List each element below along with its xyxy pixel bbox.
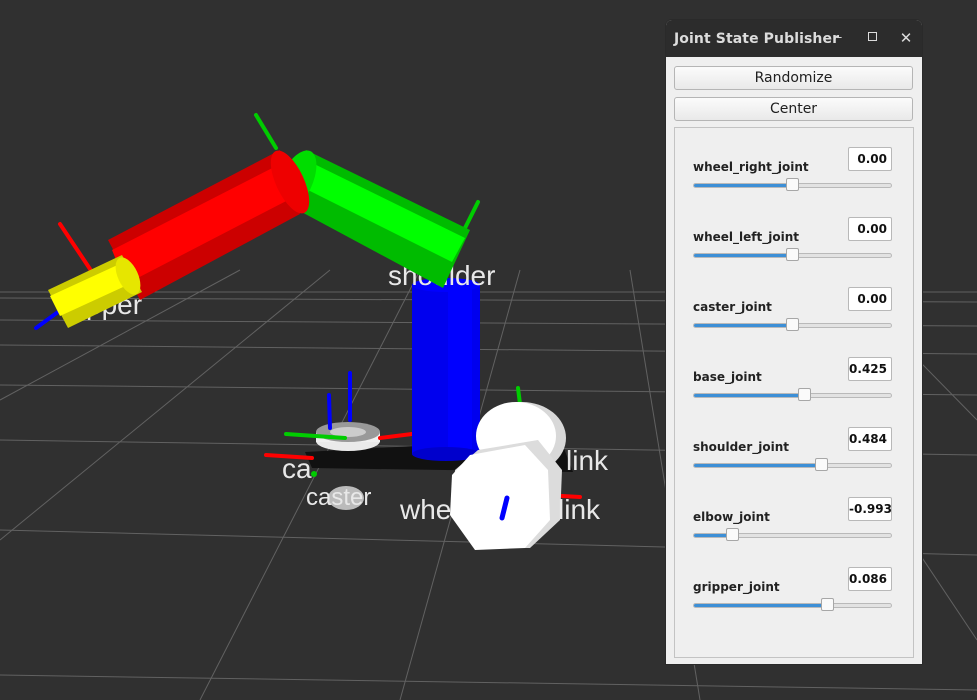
- joint-row-gripper_joint: gripper_joint 0.086: [675, 567, 913, 627]
- svg-text:caster: caster: [306, 484, 371, 511]
- joint-name-label: gripper_joint: [693, 580, 780, 594]
- joint-name-label: elbow_joint: [693, 510, 770, 524]
- slider-fill: [694, 464, 823, 467]
- joint-state-publisher-window: Joint State Publisher – ✕ Randomize Cent…: [665, 19, 923, 665]
- slider-handle[interactable]: [785, 318, 799, 331]
- shoulder-link[interactable]: [267, 144, 470, 288]
- joint-row-shoulder_joint: shoulder_joint 0.484: [675, 427, 913, 487]
- slider-fill: [694, 604, 828, 607]
- joint-value-field[interactable]: 0.086: [848, 567, 892, 591]
- joint-name-label: shoulder_joint: [693, 440, 789, 454]
- joint-value-field[interactable]: 0.00: [848, 287, 892, 311]
- slider-fill: [694, 324, 793, 327]
- elbow-link[interactable]: [108, 145, 317, 300]
- window-titlebar[interactable]: Joint State Publisher – ✕: [666, 20, 922, 57]
- joint-slider[interactable]: [693, 598, 892, 611]
- slider-fill: [694, 394, 806, 397]
- slider-handle[interactable]: [798, 388, 812, 401]
- window-title: Joint State Publisher: [674, 30, 840, 47]
- close-button[interactable]: ✕: [896, 28, 916, 48]
- joint-value-field[interactable]: 0.00: [848, 147, 892, 171]
- joint-value-field[interactable]: -0.993: [848, 497, 892, 521]
- joint-name-label: wheel_left_joint: [693, 230, 799, 244]
- center-button[interactable]: Center: [674, 97, 913, 121]
- joint-row-elbow_joint: elbow_joint -0.993: [675, 497, 913, 557]
- joint-sliders-panel: wheel_right_joint 0.00 wheel_left_joint 0.0…: [674, 127, 914, 658]
- slider-fill: [694, 254, 793, 257]
- joint-name-label: wheel_right_joint: [693, 160, 809, 174]
- joint-value-field[interactable]: 0.00: [848, 217, 892, 241]
- svg-text:ca: ca: [282, 453, 312, 484]
- randomize-button[interactable]: Randomize: [674, 66, 913, 90]
- joint-row-caster_joint: caster_joint 0.00: [675, 287, 913, 347]
- joint-slider[interactable]: [693, 458, 892, 471]
- joint-row-base_joint: base_joint 0.425: [675, 357, 913, 417]
- joint-slider[interactable]: [693, 388, 892, 401]
- slider-fill: [694, 184, 793, 187]
- joint-slider[interactable]: [693, 248, 892, 261]
- slider-handle[interactable]: [785, 248, 799, 261]
- joint-slider[interactable]: [693, 528, 892, 541]
- svg-text:whe: whe: [399, 494, 451, 525]
- slider-handle[interactable]: [820, 598, 834, 611]
- maximize-button[interactable]: [862, 28, 882, 48]
- minimize-button[interactable]: –: [829, 28, 849, 48]
- base-column[interactable]: [412, 278, 480, 461]
- joint-value-field[interactable]: 0.425: [848, 357, 892, 381]
- svg-text:link: link: [558, 494, 601, 525]
- svg-text:link: link: [566, 445, 609, 476]
- maximize-icon: [867, 32, 877, 41]
- slider-handle[interactable]: [785, 178, 799, 191]
- slider-handle[interactable]: [815, 458, 829, 471]
- joint-row-wheel_left_joint: wheel_left_joint 0.00: [675, 217, 913, 277]
- joint-value-field[interactable]: 0.484: [848, 427, 892, 451]
- joint-slider[interactable]: [693, 318, 892, 331]
- joint-slider[interactable]: [693, 178, 892, 191]
- joint-name-label: base_joint: [693, 370, 762, 384]
- slider-handle[interactable]: [726, 528, 740, 541]
- joint-name-label: caster_joint: [693, 300, 772, 314]
- joint-row-wheel_right_joint: wheel_right_joint 0.00: [675, 147, 913, 207]
